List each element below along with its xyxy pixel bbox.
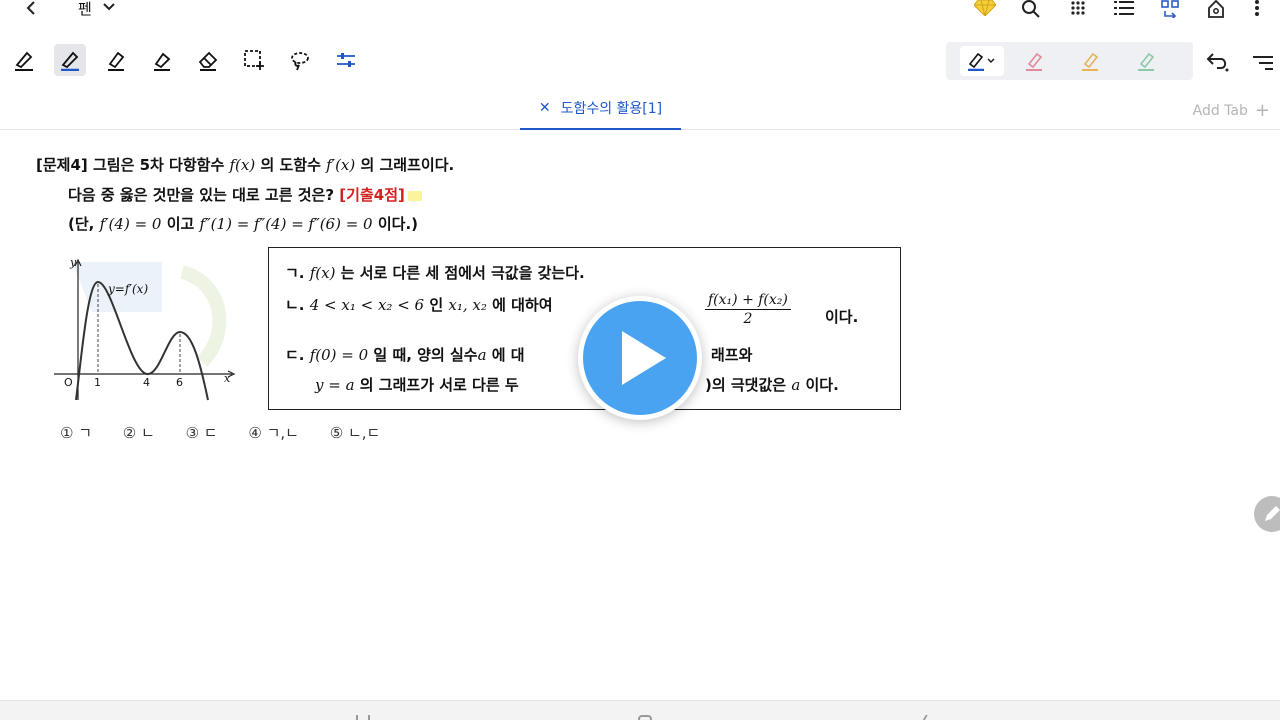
statement-text: )의 극댓값은	[705, 376, 787, 394]
math-inequality: 4 < x₁ < x₂ < 6	[309, 296, 425, 314]
statement-3-tail: 래프와	[711, 346, 753, 364]
tab-title: 도함수의 활용[1]	[560, 101, 663, 117]
exam-tag: [기출4점]	[339, 186, 405, 204]
math-condition-2: f″(1) = f″(4) = f″(6) = 0	[199, 215, 373, 233]
edit-fab-button[interactable]	[1254, 496, 1280, 532]
fraction-numerator: f(x₁) + f(x₂)	[705, 292, 791, 310]
fraction: f(x₁) + f(x₂) 2	[705, 292, 791, 327]
problem-text: 다음 중 옳은 것만을 있는 대로 고른 것은?	[68, 186, 335, 204]
math-variables: x₁, x₂	[448, 296, 487, 314]
grid-icon[interactable]	[1068, 0, 1088, 16]
recents-nav-icon[interactable]	[356, 715, 370, 720]
statement-marker: ㄷ.	[285, 346, 305, 364]
home-nav-icon[interactable]	[638, 715, 652, 720]
pen-icon[interactable]	[8, 44, 40, 76]
answer-choices: ① ㄱ ② ㄴ ③ ㄷ ④ ㄱ,ㄴ ⑤ ㄴ,ㄷ	[60, 422, 406, 443]
choice-3[interactable]: ③ ㄷ	[186, 422, 218, 443]
layout-icon[interactable]	[1160, 0, 1180, 18]
math-fx: f(x)	[309, 264, 336, 282]
close-icon[interactable]: ✕	[539, 100, 551, 116]
play-button[interactable]	[578, 296, 702, 420]
problem-text: 의 그래프이다.	[360, 156, 455, 174]
choice-1[interactable]: ① ㄱ	[60, 422, 92, 443]
statement-text: 인	[429, 296, 444, 314]
plus-icon: +	[1254, 100, 1270, 121]
play-icon	[622, 331, 666, 385]
statement-text: 는 서로 다른 세 점에서 극값을 갖는다.	[340, 264, 585, 282]
x-axis-label: x	[224, 372, 231, 385]
problem-line-1: [문제4] 그림은 5차 다항함수 f(x) 의 도함수 f′(x) 의 그래프…	[36, 154, 454, 175]
add-tab-button[interactable]: Add Tab +	[1193, 100, 1270, 121]
mode-label[interactable]: 펜	[78, 0, 92, 19]
derivative-graph: y=f′(x) y x O 1 4 6	[52, 252, 242, 404]
math-f0: f(0) = 0	[309, 346, 369, 364]
premium-diamond-icon[interactable]	[973, 0, 997, 16]
y-axis-label: y	[70, 256, 77, 269]
fraction-denominator: 2	[743, 311, 753, 327]
math-a: a	[477, 346, 487, 364]
tick-label: 1	[94, 376, 101, 389]
home-icon[interactable]	[1206, 0, 1226, 18]
problem-title: [문제4] 그림은 5차 다항함수	[36, 156, 225, 174]
undo-icon[interactable]	[1204, 50, 1232, 74]
problem-line-2: 다음 중 옳은 것만을 있는 대로 고른 것은? [기출4점]	[68, 184, 423, 205]
lasso-icon[interactable]	[284, 44, 316, 76]
statement-3-line-2-tail: )의 극댓값은 a 이다.	[705, 374, 839, 395]
more-icon[interactable]	[1250, 0, 1264, 16]
highlight-mark	[408, 190, 423, 201]
choice-2[interactable]: ② ㄴ	[123, 422, 155, 443]
tick-label: 4	[143, 376, 150, 389]
chevron-down-icon[interactable]	[102, 0, 116, 14]
tab-document[interactable]: ✕ 도함수의 활용[1]	[520, 88, 681, 130]
curve-label: y=f′(x)	[108, 282, 149, 296]
statement-text: 에 대하여	[492, 296, 553, 314]
origin-label: O	[64, 376, 73, 389]
menu-collapse-icon[interactable]	[1250, 52, 1274, 72]
back-nav-icon[interactable]	[922, 715, 934, 720]
math-a: a	[791, 376, 801, 394]
search-icon[interactable]	[1020, 0, 1042, 18]
statement-marker: ㄱ.	[285, 264, 305, 282]
choice-5[interactable]: ⑤ ㄴ,ㄷ	[330, 422, 381, 443]
choice-4[interactable]: ④ ㄱ,ㄴ	[248, 422, 299, 443]
highlighter-icon[interactable]	[100, 44, 132, 76]
math-condition-1: f′(4) = 0	[99, 215, 162, 233]
add-tab-label: Add Tab	[1192, 102, 1248, 119]
pen-color-green[interactable]	[1124, 46, 1168, 76]
pen-color-panel	[946, 42, 1193, 80]
statement-text: 이다.	[805, 376, 839, 394]
problem-text: 이고	[166, 215, 195, 233]
math-y-equals-a: y = a	[315, 376, 355, 394]
pen-color-blue[interactable]	[960, 46, 1004, 76]
settings-sliders-icon[interactable]	[330, 44, 362, 76]
statement-marker: ㄴ.	[285, 296, 305, 314]
statement-text: 일 때, 양의 실수	[373, 346, 478, 364]
statement-text: 의 그래프가 서로 다른 두	[359, 376, 519, 394]
statement-2-end: 이다.	[825, 308, 859, 326]
tab-bar: ✕ 도함수의 활용[1] Add Tab +	[0, 88, 1280, 130]
problem-text: (단,	[68, 215, 95, 233]
statement-text: 에 대	[491, 346, 525, 364]
math-fpx: f′(x)	[326, 156, 356, 174]
statement-2: ㄴ. 4 < x₁ < x₂ < 6 인 x₁, x₂ 에 대하여	[285, 294, 553, 315]
statement-3-line-2: y = a 의 그래프가 서로 다른 두	[315, 374, 519, 395]
pen-color-pink[interactable]	[1012, 46, 1056, 76]
bottom-bar	[0, 700, 1280, 720]
pencil-icon	[1265, 506, 1280, 521]
list-icon[interactable]	[1113, 0, 1135, 16]
pen-active-icon[interactable]	[54, 44, 86, 76]
brush-icon[interactable]	[146, 44, 178, 76]
eraser-icon[interactable]	[192, 44, 224, 76]
problem-text: 이다.)	[377, 215, 418, 233]
problem-line-3: (단, f′(4) = 0 이고 f″(1) = f″(4) = f″(6) =…	[68, 213, 418, 234]
statement-3: ㄷ. f(0) = 0 일 때, 양의 실수a 에 대	[285, 344, 525, 365]
statement-1: ㄱ. f(x) 는 서로 다른 세 점에서 극값을 갖는다.	[285, 262, 585, 283]
math-fx: f(x)	[229, 156, 256, 174]
select-rect-icon[interactable]	[238, 44, 270, 76]
back-icon[interactable]	[22, 0, 42, 16]
pen-color-orange[interactable]	[1068, 46, 1112, 76]
problem-text: 의 도함수	[260, 156, 321, 174]
top-nav-bar: 펜	[0, 0, 1280, 18]
tick-label: 6	[176, 376, 183, 389]
